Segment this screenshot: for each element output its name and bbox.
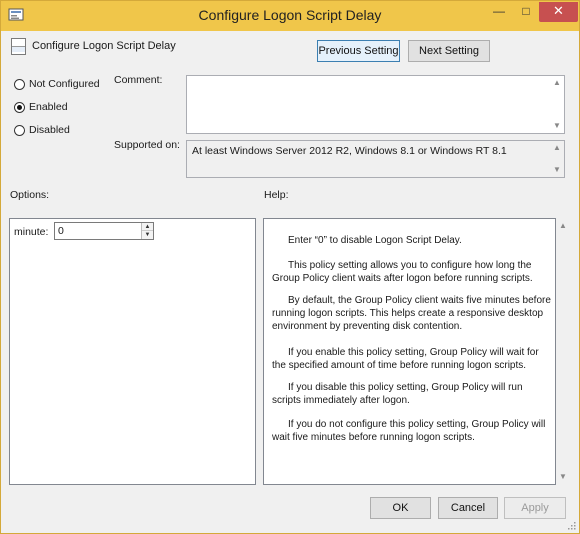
- options-label: Options:: [10, 189, 50, 201]
- comment-label: Comment:: [114, 74, 163, 86]
- help-paragraph: If you do not configure this policy sett…: [272, 419, 546, 443]
- spin-up-icon[interactable]: ▲: [142, 223, 153, 231]
- radio-label: Not Configured: [29, 78, 100, 90]
- supported-on-label: Supported on:: [114, 139, 180, 151]
- radio-circle-selected[interactable]: [14, 101, 25, 113]
- policy-setting-icon: [11, 38, 26, 55]
- scroll-down-icon[interactable]: ▼: [552, 166, 562, 174]
- ok-button[interactable]: OK: [370, 497, 431, 519]
- help-paragraph: By default, the Group Policy client wait…: [272, 295, 551, 332]
- scroll-up-icon[interactable]: ▲: [552, 144, 562, 152]
- minute-spinbox[interactable]: 0 ▲ ▼: [54, 222, 154, 240]
- radio-circle[interactable]: [14, 124, 25, 136]
- apply-button[interactable]: Apply: [504, 497, 566, 519]
- help-pane: Enter “0” to disable Logon Script Delay.…: [263, 218, 556, 485]
- supported-on-value: At least Windows Server 2012 R2, Windows…: [192, 145, 507, 157]
- scroll-down-icon[interactable]: ▼: [558, 473, 568, 481]
- help-paragraph: This policy setting allows you to config…: [272, 260, 533, 284]
- cancel-button[interactable]: Cancel: [438, 497, 498, 519]
- radio-disabled[interactable]: Disabled: [14, 124, 70, 136]
- maximize-button[interactable]: □: [513, 2, 539, 22]
- radio-enabled[interactable]: Enabled: [14, 101, 68, 113]
- radio-circle[interactable]: [14, 78, 25, 90]
- next-setting-button[interactable]: Next Setting: [408, 40, 490, 62]
- scroll-down-icon[interactable]: ▼: [552, 122, 562, 130]
- help-paragraph: If you enable this policy setting, Group…: [272, 347, 539, 371]
- help-scrollbar[interactable]: ▲ ▼: [556, 218, 570, 485]
- comment-field[interactable]: ▲ ▼: [186, 75, 565, 134]
- title-bar[interactable]: Configure Logon Script Delay — □ ✕: [1, 1, 579, 31]
- minute-label: minute:: [14, 226, 49, 238]
- radio-not-configured[interactable]: Not Configured: [14, 78, 100, 90]
- dialog-window: Configure Logon Script Delay — □ ✕ Confi…: [0, 0, 580, 534]
- policy-name: Configure Logon Script Delay: [32, 40, 176, 52]
- radio-label: Enabled: [29, 101, 68, 113]
- previous-setting-button[interactable]: Previous Setting: [317, 40, 400, 62]
- help-label: Help:: [264, 189, 289, 201]
- scroll-up-icon[interactable]: ▲: [558, 222, 568, 230]
- help-paragraph: Enter “0” to disable Logon Script Delay.: [288, 235, 462, 246]
- spin-down-icon[interactable]: ▼: [142, 231, 153, 239]
- radio-label: Disabled: [29, 124, 70, 136]
- minute-value[interactable]: 0: [58, 225, 64, 237]
- supported-on-field: At least Windows Server 2012 R2, Windows…: [186, 140, 565, 178]
- resize-grip-icon[interactable]: [566, 520, 576, 530]
- spin-buttons[interactable]: ▲ ▼: [141, 223, 153, 239]
- help-paragraph: If you disable this policy setting, Grou…: [272, 382, 523, 406]
- scroll-up-icon[interactable]: ▲: [552, 79, 562, 87]
- close-button[interactable]: ✕: [539, 2, 578, 22]
- options-pane: minute: 0 ▲ ▼: [9, 218, 256, 485]
- minimize-button[interactable]: —: [485, 2, 513, 22]
